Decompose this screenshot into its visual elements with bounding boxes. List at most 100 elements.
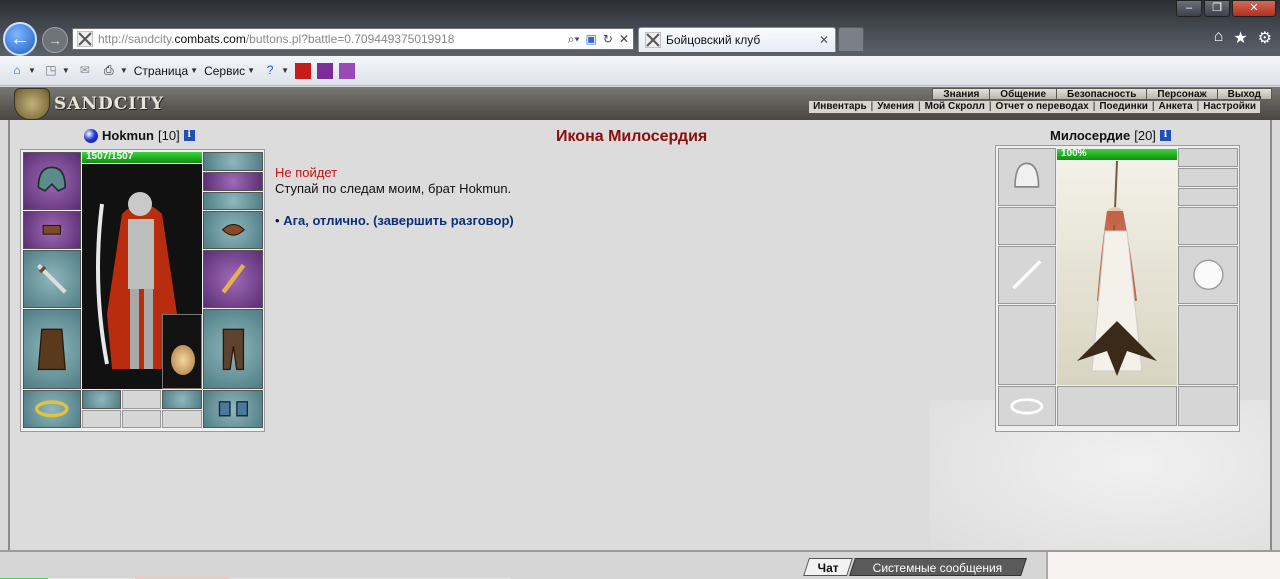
cloak-armor-icon — [37, 328, 67, 370]
legs-slot[interactable] — [203, 309, 263, 389]
npc-rings-slot — [1178, 188, 1238, 206]
npc-info-icon[interactable]: i — [1159, 130, 1171, 141]
npc-hp-bar: 100% — [1057, 148, 1177, 160]
gloves-slot[interactable] — [203, 211, 263, 249]
bottom-bar: Чат Системные сообщения — [0, 550, 1280, 579]
rune-slot-2[interactable] — [122, 410, 161, 428]
onenote-icon[interactable] — [317, 62, 334, 79]
online-panel — [1046, 552, 1280, 579]
minimize-button[interactable]: – — [1176, 0, 1202, 17]
service-menu-label: Сервис — [204, 63, 246, 78]
refresh-icon[interactable]: ↻ — [603, 32, 613, 47]
tab-chat[interactable]: Чат — [803, 558, 853, 576]
gloves-icon — [221, 224, 245, 236]
browser-tab-active[interactable]: Бойцовский клуб ✕ — [638, 27, 836, 52]
submenu-profile[interactable]: Анкета — [1158, 101, 1192, 113]
rune-slot-1[interactable] — [82, 410, 121, 428]
menu-security[interactable]: Безопасность — [1056, 88, 1148, 100]
reply-option: • Ага, отлично. (завершить разговор) — [275, 213, 514, 228]
npc-weapon-slot — [998, 246, 1056, 304]
ring-slot-3[interactable] — [162, 390, 202, 409]
command-bar: ⌂ ▼ ◳ ▼ ✉ ⎙ ▼ Страница ▼ Сервис ▼ ? ▼ — [0, 56, 1280, 86]
earrings-slot[interactable] — [203, 152, 263, 171]
alignment-sigil-icon[interactable] — [84, 128, 98, 143]
npc-legs-slot — [1178, 305, 1238, 385]
npc-gloves-slot — [1178, 207, 1238, 245]
antivirus-icon[interactable] — [295, 62, 312, 79]
npc-necklace-slot — [1178, 168, 1238, 187]
player-hp-text: 1507/1507 — [86, 151, 134, 162]
new-tab-button[interactable] — [838, 27, 864, 52]
compat-view-icon[interactable]: ▣ — [586, 32, 597, 47]
belt-slot[interactable] — [23, 390, 81, 428]
player-portrait[interactable] — [82, 164, 202, 389]
necklace-slot[interactable] — [203, 172, 263, 191]
dialog-status: Не пойдет — [275, 165, 338, 180]
close-window-button[interactable]: ✕ — [1232, 0, 1276, 17]
page-menu-label: Страница — [133, 63, 189, 78]
submenu-inventory[interactable]: Инвентарь — [813, 101, 867, 113]
search-icon[interactable]: ⌕▾ — [568, 32, 580, 47]
onenote-send-icon[interactable] — [339, 62, 356, 79]
npc-shield-icon — [1192, 259, 1224, 291]
rune-slot-3[interactable] — [162, 410, 202, 428]
submenu-battles[interactable]: Поединки — [1099, 101, 1148, 113]
player-info-icon[interactable]: i — [183, 130, 195, 141]
bracers-slot[interactable] — [23, 211, 81, 249]
npc-earrings-slot — [1178, 148, 1238, 167]
boots-slot[interactable] — [203, 390, 263, 428]
home-icon[interactable]: ⌂ — [1214, 28, 1224, 48]
arrow-right-icon: → — [48, 32, 62, 48]
back-button[interactable]: ← — [3, 22, 37, 56]
npc-name: Милосердие — [1050, 128, 1131, 143]
tab-close-icon[interactable]: ✕ — [819, 33, 829, 47]
sword-icon — [37, 264, 67, 294]
print-menu[interactable]: ⎙ ▼ — [100, 63, 128, 79]
favorites-star-icon[interactable]: ★ — [1233, 28, 1247, 48]
npc-helmet-icon — [1014, 162, 1040, 188]
service-menu[interactable]: Сервис ▼ — [204, 64, 255, 78]
menu-exit[interactable]: Выход — [1216, 88, 1272, 100]
forward-button[interactable]: → — [42, 27, 68, 53]
maximize-button[interactable]: ❐ — [1204, 0, 1230, 17]
home-menu[interactable]: ⌂ ▼ — [8, 63, 36, 79]
tools-gear-icon[interactable]: ⚙ — [1258, 28, 1272, 48]
dagger-icon — [221, 264, 245, 294]
url-domain: combats.com — [174, 32, 246, 46]
ring-slot-1[interactable] — [82, 390, 121, 409]
main-area: Hokmun [10] i 1507/1507 Икона Милосердия… — [8, 120, 1272, 550]
site-favicon-icon — [76, 30, 94, 48]
help-menu[interactable]: ? ▼ — [261, 63, 289, 79]
help-icon: ? — [266, 62, 274, 77]
menu-communication[interactable]: Общение — [989, 88, 1057, 100]
rings-row-slot[interactable] — [203, 192, 263, 210]
mail-menu[interactable]: ✉ — [76, 63, 94, 79]
boots-icon — [218, 401, 248, 417]
page-menu[interactable]: Страница ▼ — [134, 64, 198, 78]
pet-frame[interactable] — [162, 314, 202, 389]
submenu-transfers[interactable]: Отчет о переводах — [995, 101, 1088, 113]
tab-system-messages[interactable]: Системные сообщения — [849, 558, 1027, 576]
npc-speech: Ступай по следам моим, брат Hokmun. — [275, 181, 512, 196]
url-prefix: http://sandcity. — [98, 32, 175, 46]
ring-slot-2[interactable] — [122, 390, 161, 409]
feeds-menu[interactable]: ◳ ▼ — [42, 63, 70, 79]
submenu-my-scroll[interactable]: Мой Скролл — [925, 101, 985, 113]
offhand-slot[interactable] — [203, 250, 263, 308]
stop-icon[interactable]: ✕ — [619, 32, 629, 47]
dialog-title: Икона Милосердия — [556, 128, 708, 145]
armor-slot[interactable] — [23, 309, 81, 389]
address-bar[interactable]: http://sandcity. combats.com/buttons.pl?b… — [72, 28, 634, 50]
menu-character[interactable]: Персонаж — [1146, 88, 1218, 100]
mail-icon: ✉ — [79, 62, 90, 77]
submenu-settings[interactable]: Настройки — [1203, 101, 1256, 113]
weapon-slot[interactable] — [23, 250, 81, 308]
npc-belt-icon — [1010, 397, 1044, 415]
helmet-slot[interactable] — [23, 152, 81, 210]
rss-feed-icon: ◳ — [45, 62, 57, 77]
submenu-skills[interactable]: Умения — [877, 101, 914, 113]
npc-portrait[interactable] — [1057, 161, 1177, 385]
reply-link-finish[interactable]: Ага, отлично. (завершить разговор) — [283, 213, 514, 228]
greaves-icon — [222, 328, 244, 370]
menu-knowledge[interactable]: Знания — [932, 88, 991, 100]
